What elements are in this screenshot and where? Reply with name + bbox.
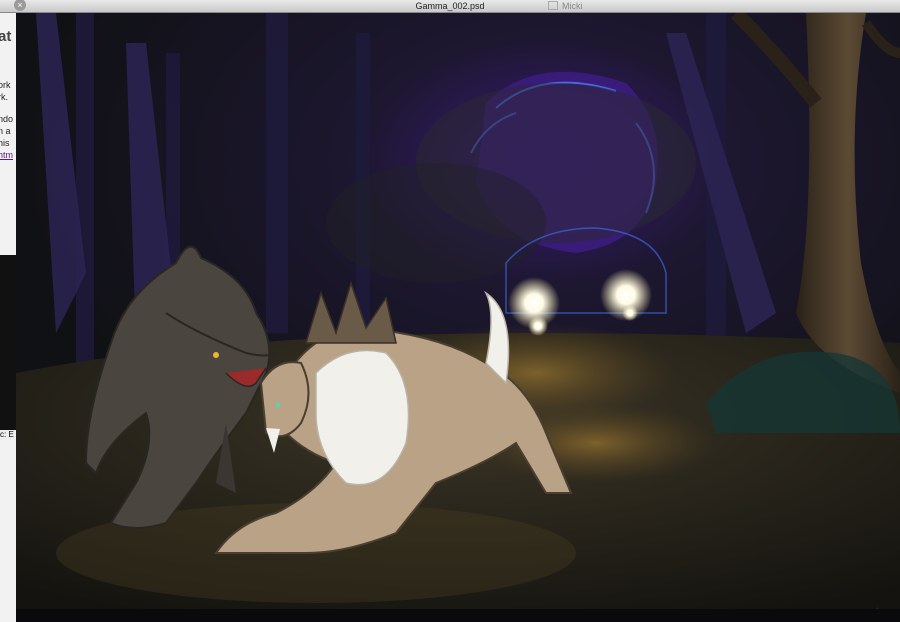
- background-line: ork: [0, 80, 11, 90]
- window-titlebar: × Gamma_002.psd Micki: [0, 0, 900, 13]
- background-window-tab[interactable]: Micki: [548, 0, 583, 12]
- background-line: his: [0, 138, 10, 148]
- background-field-label: c: E: [0, 430, 16, 440]
- artwork-illustration: [16, 13, 900, 609]
- document-canvas[interactable]: ★: [16, 13, 900, 609]
- background-link[interactable]: htm: [0, 150, 13, 160]
- background-heading: at: [0, 28, 12, 45]
- background-thumbnail: [0, 255, 16, 435]
- background-line: n a: [0, 126, 11, 136]
- canvas-bottom-edge: [16, 609, 900, 622]
- tab-box-icon: [548, 1, 558, 10]
- background-line: rk.: [0, 92, 8, 102]
- background-line: !: [0, 58, 1, 68]
- background-tab-label: Micki: [562, 1, 583, 11]
- window-title: Gamma_002.psd: [415, 1, 485, 11]
- background-line: ndo: [0, 114, 14, 124]
